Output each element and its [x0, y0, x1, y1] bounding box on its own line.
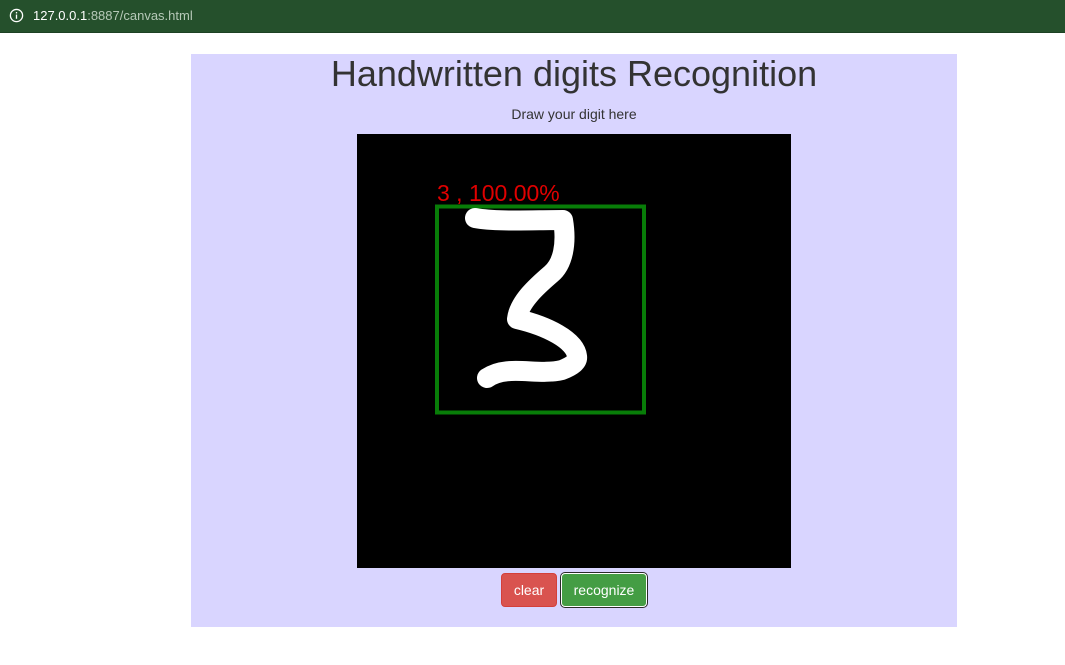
url-host: 127.0.0.1 [33, 8, 88, 23]
url-field[interactable]: 127.0.0.1:8887/canvas.html [33, 8, 193, 23]
info-icon[interactable] [9, 8, 24, 23]
prediction-label: 3 , 100.00% [437, 180, 560, 206]
page-title: Handwritten digits Recognition [330, 53, 818, 94]
url-path: :8887/canvas.html [87, 8, 193, 23]
browser-address-bar: 127.0.0.1:8887/canvas.html [0, 0, 1065, 33]
drawing-canvas[interactable]: 3 , 100.00% [357, 134, 791, 568]
canvas-drawing [435, 204, 646, 415]
draw-instruction: Draw your digit here [511, 106, 637, 122]
recognize-button[interactable]: recognize [561, 573, 647, 607]
handwritten-digit-stroke [465, 208, 588, 388]
clear-button[interactable]: clear [501, 573, 557, 607]
